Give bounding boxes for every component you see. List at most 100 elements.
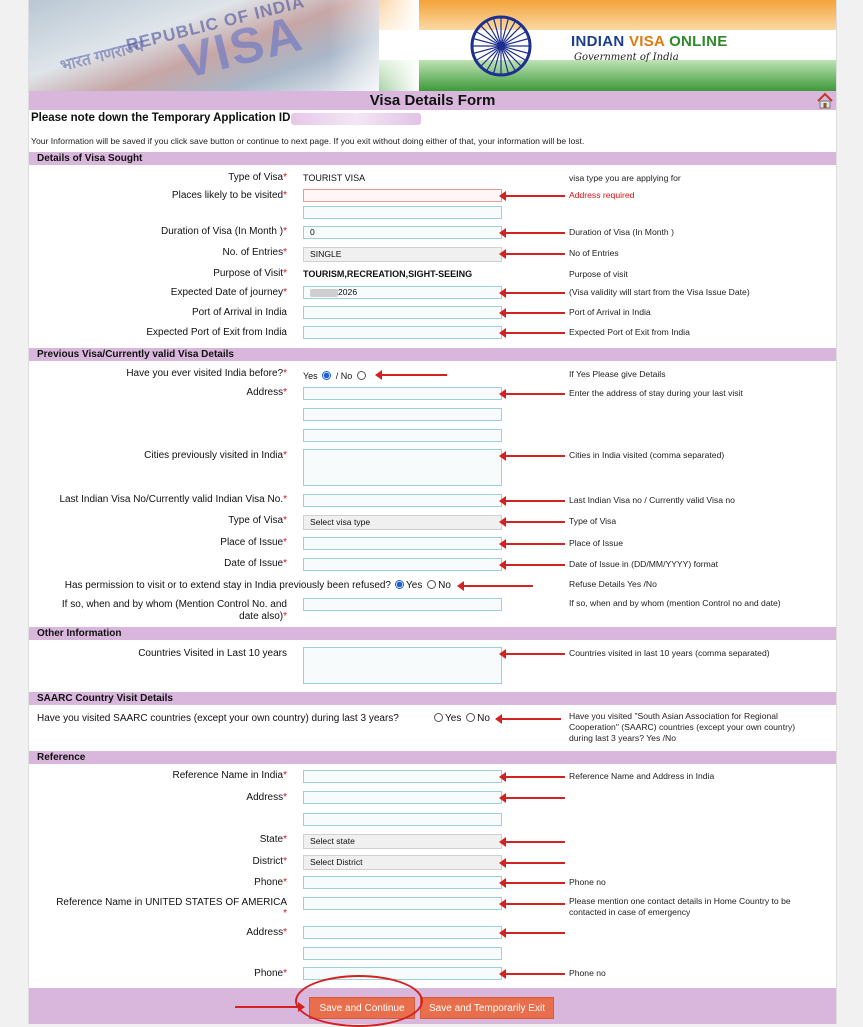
- places-input-2[interactable]: [303, 206, 502, 219]
- saarc-radio-group: Yes No: [432, 713, 490, 725]
- flag-saffron-band: [379, 0, 836, 30]
- brand-logo: INDIAN VISA ONLINE: [571, 33, 728, 50]
- highlight-circle-annotation: [295, 975, 423, 1027]
- ashoka-chakra-icon: [470, 15, 532, 77]
- stamp-hindi-text: भारत गणराज्य: [58, 37, 146, 76]
- last-visa-no-label: Last Indian Visa No/Currently valid Indi…: [59, 494, 287, 505]
- ref-home-address-input-1[interactable]: [303, 926, 502, 939]
- section-saarc: SAARC Country Visit Details: [29, 692, 836, 705]
- purpose-label: Purpose of Visit*: [213, 268, 287, 279]
- date-of-issue-input[interactable]: [303, 558, 502, 571]
- prev-visa-type-hint: Type of Visa: [569, 516, 617, 526]
- arrow-annotation: [499, 899, 565, 909]
- countries-visited-label: Countries Visited in Last 10 years: [138, 648, 287, 659]
- countries-visited-textarea[interactable]: [303, 647, 502, 684]
- temp-id-label: Please note down the Temporary Applicati…: [31, 112, 298, 124]
- arrival-port-input[interactable]: [303, 306, 502, 319]
- duration-input[interactable]: 0: [303, 226, 502, 239]
- prev-visa-type-select[interactable]: Select visa type: [303, 515, 502, 530]
- duration-hint: Duration of Visa (In Month ): [569, 227, 674, 237]
- places-input-1[interactable]: [303, 189, 502, 202]
- ref-state-select[interactable]: Select state: [303, 834, 502, 849]
- ref-district-label: District*: [252, 856, 287, 867]
- ref-home-name-input[interactable]: [303, 897, 502, 910]
- visa-type-value: TOURIST VISA: [303, 173, 366, 183]
- home-icon[interactable]: [816, 92, 834, 109]
- visa-stamp-image: REPUBLIC OF INDIA VISA भारत गणराज्य: [29, 0, 379, 91]
- cities-label: Cities previously visited in India*: [144, 450, 287, 461]
- arrow-annotation: [499, 772, 565, 782]
- arrow-annotation: [499, 969, 565, 979]
- section-other-info: Other Information: [29, 627, 836, 640]
- places-error-hint: Address required: [569, 190, 635, 200]
- visited-yes-radio[interactable]: [322, 371, 332, 380]
- arrow-annotation: [499, 793, 565, 803]
- ref-phone-label: Phone*: [254, 877, 287, 888]
- visited-no-radio[interactable]: [356, 371, 366, 380]
- arrow-annotation: [499, 858, 565, 868]
- ref-address-input-2[interactable]: [303, 813, 502, 826]
- save-and-exit-button[interactable]: Save and Temporarily Exit: [420, 997, 554, 1019]
- cities-hint: Cities in India visited (comma separated…: [569, 450, 725, 460]
- section-previous-visa: Previous Visa/Currently valid Visa Detai…: [29, 348, 836, 361]
- control-no-hint: If so, when and by whom (mention Control…: [569, 598, 781, 608]
- arrow-annotation: [499, 878, 565, 888]
- flag-green-band: [379, 60, 836, 91]
- places-label: Places likely to be visited*: [171, 190, 287, 201]
- ref-phone-hint: Phone no: [569, 877, 606, 887]
- arrow-annotation: [499, 837, 565, 847]
- duration-label: Duration of Visa (In Month )*: [160, 226, 287, 237]
- stamp-visa-text: VISA: [174, 4, 309, 90]
- ref-home-name-hint: Please mention one contact details in Ho…: [569, 896, 791, 917]
- form-title-bar: Visa Details Form: [29, 91, 836, 110]
- refused-no-radio[interactable]: [427, 580, 437, 589]
- arrow-annotation: [499, 328, 565, 338]
- place-of-issue-input[interactable]: [303, 537, 502, 550]
- prev-visa-type-label: Type of Visa*: [228, 515, 287, 526]
- cities-textarea[interactable]: [303, 449, 502, 486]
- section-reference: Reference: [29, 751, 836, 764]
- visa-type-label: Type of Visa*: [228, 172, 287, 183]
- control-no-input[interactable]: [303, 598, 502, 611]
- gov-tagline: Government of India: [574, 52, 679, 63]
- ref-district-select[interactable]: Select District: [303, 855, 502, 870]
- arrow-annotation: [235, 1002, 305, 1012]
- prev-address-input-2[interactable]: [303, 408, 502, 421]
- purpose-hint: Purpose of visit: [569, 269, 628, 279]
- prev-address-label: Address*: [246, 387, 287, 398]
- exit-port-label: Expected Port of Exit from India: [146, 327, 287, 338]
- control-no-label-2: date also)*: [239, 611, 287, 622]
- exit-port-hint: Expected Port of Exit from India: [569, 327, 690, 337]
- saarc-yes-radio[interactable]: [434, 713, 443, 722]
- page-title: Visa Details Form: [369, 92, 496, 109]
- ref-phone-input[interactable]: [303, 876, 502, 889]
- journey-date-hint: (Visa validity will start from the Visa …: [569, 287, 750, 297]
- refused-hint: Refuse Details Yes /No: [569, 579, 657, 589]
- visited-before-label: Have you ever visited India before?*: [126, 368, 287, 379]
- prev-address-hint: Enter the address of stay during your la…: [569, 388, 743, 398]
- arrow-annotation: [499, 191, 565, 201]
- arrow-annotation: [499, 539, 565, 549]
- exit-port-input[interactable]: [303, 326, 502, 339]
- refused-yes-radio[interactable]: [395, 580, 404, 589]
- prev-address-input-1[interactable]: [303, 387, 502, 400]
- ref-home-phone-label: Phone*: [254, 968, 287, 979]
- ref-name-india-hint: Reference Name and Address in India: [569, 771, 715, 781]
- ref-home-phone-hint: Phone no: [569, 968, 606, 978]
- saarc-no-radio[interactable]: [466, 713, 476, 722]
- arrow-annotation: [499, 228, 565, 238]
- countries-visited-hint: Countries visited in last 10 years (comm…: [569, 648, 770, 658]
- prev-address-input-3[interactable]: [303, 429, 502, 442]
- arrow-annotation: [495, 714, 561, 724]
- entries-select[interactable]: SINGLE: [303, 247, 502, 262]
- ref-address-input-1[interactable]: [303, 791, 502, 804]
- refused-radio-group: Yes No: [393, 580, 451, 592]
- ref-home-address-input-2[interactable]: [303, 947, 502, 960]
- last-visa-no-input[interactable]: [303, 494, 502, 507]
- section-visa-sought: Details of Visa Sought: [29, 152, 836, 165]
- saarc-question: Have you visited SAARC countries (except…: [37, 713, 399, 724]
- arrow-annotation: [499, 649, 565, 659]
- control-no-label: If so, when and by whom (Mention Control…: [61, 599, 287, 610]
- ref-name-india-input[interactable]: [303, 770, 502, 783]
- arrow-annotation: [499, 249, 565, 259]
